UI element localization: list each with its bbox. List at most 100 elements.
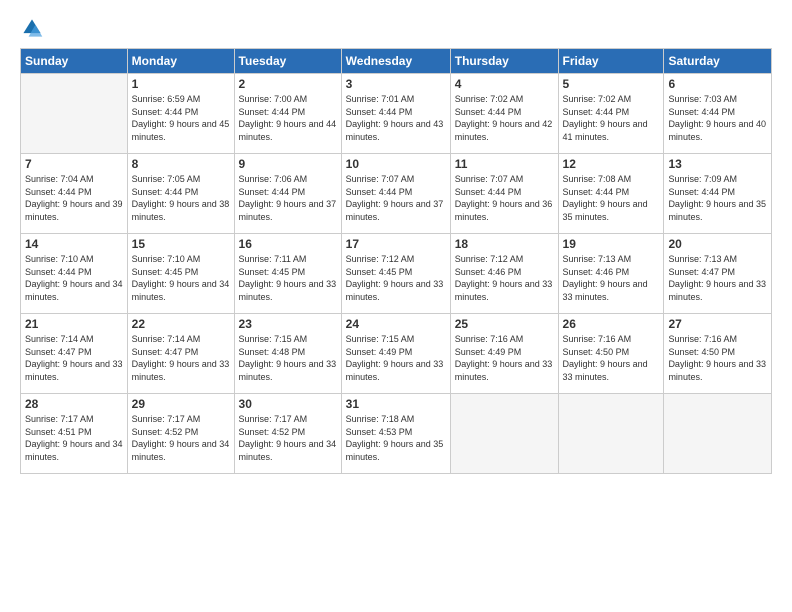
day-cell: 8 Sunrise: 7:05 AMSunset: 4:44 PMDaylight… (127, 154, 234, 234)
day-cell: 10 Sunrise: 7:07 AMSunset: 4:44 PMDayligh… (341, 154, 450, 234)
day-info: Sunrise: 7:07 AMSunset: 4:44 PMDaylight:… (346, 173, 446, 223)
day-cell: 27 Sunrise: 7:16 AMSunset: 4:50 PMDayligh… (664, 314, 772, 394)
weekday-header-thursday: Thursday (450, 49, 558, 74)
day-number: 18 (455, 237, 554, 251)
day-info: Sunrise: 7:10 AMSunset: 4:44 PMDaylight:… (25, 253, 123, 303)
day-cell: 18Sunrise: 7:12 AMSunset: 4:46 PMDayligh… (450, 234, 558, 314)
day-info: Sunrise: 7:07 AMSunset: 4:44 PMDaylight:… (455, 173, 554, 223)
week-row-5: 28 Sunrise: 7:17 AMSunset: 4:51 PMDayligh… (21, 394, 772, 474)
day-number: 3 (346, 77, 446, 91)
day-cell: 26 Sunrise: 7:16 AMSunset: 4:50 PMDayligh… (558, 314, 664, 394)
day-cell: 13 Sunrise: 7:09 AMSunset: 4:44 PMDayligh… (664, 154, 772, 234)
day-cell (664, 394, 772, 474)
day-info: Sunrise: 7:08 AMSunset: 4:44 PMDaylight:… (563, 173, 660, 223)
day-number: 7 (25, 157, 123, 171)
week-row-3: 14 Sunrise: 7:10 AMSunset: 4:44 PMDayligh… (21, 234, 772, 314)
day-cell: 4 Sunrise: 7:02 AMSunset: 4:44 PMDaylight… (450, 74, 558, 154)
day-cell: 20Sunrise: 7:13 AMSunset: 4:47 PMDayligh… (664, 234, 772, 314)
day-cell: 16 Sunrise: 7:11 AMSunset: 4:45 PMDayligh… (234, 234, 341, 314)
day-info: Sunrise: 7:16 AMSunset: 4:49 PMDaylight:… (455, 333, 554, 383)
day-number: 27 (668, 317, 767, 331)
day-cell: 9Sunrise: 7:06 AMSunset: 4:44 PMDaylight… (234, 154, 341, 234)
day-info: Sunrise: 7:02 AMSunset: 4:44 PMDaylight:… (563, 93, 660, 143)
day-number: 26 (563, 317, 660, 331)
day-number: 17 (346, 237, 446, 251)
day-number: 30 (239, 397, 337, 411)
day-cell: 11 Sunrise: 7:07 AMSunset: 4:44 PMDayligh… (450, 154, 558, 234)
weekday-header-wednesday: Wednesday (341, 49, 450, 74)
day-number: 22 (132, 317, 230, 331)
day-cell: 12 Sunrise: 7:08 AMSunset: 4:44 PMDayligh… (558, 154, 664, 234)
day-cell: 2Sunrise: 7:00 AMSunset: 4:44 PMDaylight… (234, 74, 341, 154)
week-row-2: 7 Sunrise: 7:04 AMSunset: 4:44 PMDaylight… (21, 154, 772, 234)
day-info: Sunrise: 7:12 AMSunset: 4:45 PMDaylight:… (346, 253, 446, 303)
day-cell: 7 Sunrise: 7:04 AMSunset: 4:44 PMDaylight… (21, 154, 128, 234)
day-info: Sunrise: 7:18 AMSunset: 4:53 PMDaylight:… (346, 413, 446, 463)
day-info: Sunrise: 7:15 AMSunset: 4:49 PMDaylight:… (346, 333, 446, 383)
day-number: 11 (455, 157, 554, 171)
day-cell: 22 Sunrise: 7:14 AMSunset: 4:47 PMDayligh… (127, 314, 234, 394)
day-number: 5 (563, 77, 660, 91)
day-cell: 30 Sunrise: 7:17 AMSunset: 4:52 PMDayligh… (234, 394, 341, 474)
day-cell: 15 Sunrise: 7:10 AMSunset: 4:45 PMDayligh… (127, 234, 234, 314)
weekday-header-friday: Friday (558, 49, 664, 74)
day-number: 23 (239, 317, 337, 331)
logo-icon (20, 16, 44, 40)
weekday-header-tuesday: Tuesday (234, 49, 341, 74)
day-info: Sunrise: 7:14 AMSunset: 4:47 PMDaylight:… (132, 333, 230, 383)
day-cell: 29Sunrise: 7:17 AMSunset: 4:52 PMDayligh… (127, 394, 234, 474)
day-cell: 19Sunrise: 7:13 AMSunset: 4:46 PMDayligh… (558, 234, 664, 314)
header (20, 16, 772, 40)
day-info: Sunrise: 7:15 AMSunset: 4:48 PMDaylight:… (239, 333, 337, 383)
day-cell: 3 Sunrise: 7:01 AMSunset: 4:44 PMDaylight… (341, 74, 450, 154)
day-cell (21, 74, 128, 154)
day-cell (450, 394, 558, 474)
day-info: Sunrise: 7:01 AMSunset: 4:44 PMDaylight:… (346, 93, 446, 143)
day-number: 15 (132, 237, 230, 251)
day-number: 13 (668, 157, 767, 171)
day-cell: 17 Sunrise: 7:12 AMSunset: 4:45 PMDayligh… (341, 234, 450, 314)
day-info: Sunrise: 7:03 AMSunset: 4:44 PMDaylight:… (668, 93, 767, 143)
calendar-page: SundayMondayTuesdayWednesdayThursdayFrid… (0, 0, 792, 612)
day-info: Sunrise: 7:10 AMSunset: 4:45 PMDaylight:… (132, 253, 230, 303)
calendar-table: SundayMondayTuesdayWednesdayThursdayFrid… (20, 48, 772, 474)
day-info: Sunrise: 7:04 AMSunset: 4:44 PMDaylight:… (25, 173, 123, 223)
day-cell: 31 Sunrise: 7:18 AMSunset: 4:53 PMDayligh… (341, 394, 450, 474)
day-cell: 14 Sunrise: 7:10 AMSunset: 4:44 PMDayligh… (21, 234, 128, 314)
day-info: Sunrise: 6:59 AMSunset: 4:44 PMDaylight:… (132, 93, 230, 143)
day-cell: 25 Sunrise: 7:16 AMSunset: 4:49 PMDayligh… (450, 314, 558, 394)
day-info: Sunrise: 7:00 AMSunset: 4:44 PMDaylight:… (239, 93, 337, 143)
day-info: Sunrise: 7:14 AMSunset: 4:47 PMDaylight:… (25, 333, 123, 383)
day-number: 14 (25, 237, 123, 251)
day-info: Sunrise: 7:09 AMSunset: 4:44 PMDaylight:… (668, 173, 767, 223)
day-number: 19 (563, 237, 660, 251)
day-number: 4 (455, 77, 554, 91)
day-info: Sunrise: 7:16 AMSunset: 4:50 PMDaylight:… (563, 333, 660, 383)
day-cell: 23 Sunrise: 7:15 AMSunset: 4:48 PMDayligh… (234, 314, 341, 394)
weekday-header-saturday: Saturday (664, 49, 772, 74)
day-cell: 28 Sunrise: 7:17 AMSunset: 4:51 PMDayligh… (21, 394, 128, 474)
day-info: Sunrise: 7:13 AMSunset: 4:47 PMDaylight:… (668, 253, 767, 303)
day-number: 28 (25, 397, 123, 411)
day-info: Sunrise: 7:17 AMSunset: 4:51 PMDaylight:… (25, 413, 123, 463)
day-number: 8 (132, 157, 230, 171)
day-info: Sunrise: 7:11 AMSunset: 4:45 PMDaylight:… (239, 253, 337, 303)
day-cell: 21 Sunrise: 7:14 AMSunset: 4:47 PMDayligh… (21, 314, 128, 394)
day-number: 25 (455, 317, 554, 331)
day-number: 31 (346, 397, 446, 411)
day-number: 16 (239, 237, 337, 251)
weekday-header-sunday: Sunday (21, 49, 128, 74)
day-info: Sunrise: 7:05 AMSunset: 4:44 PMDaylight:… (132, 173, 230, 223)
day-info: Sunrise: 7:17 AMSunset: 4:52 PMDaylight:… (239, 413, 337, 463)
day-info: Sunrise: 7:16 AMSunset: 4:50 PMDaylight:… (668, 333, 767, 383)
day-number: 6 (668, 77, 767, 91)
day-info: Sunrise: 7:02 AMSunset: 4:44 PMDaylight:… (455, 93, 554, 143)
day-number: 10 (346, 157, 446, 171)
day-number: 12 (563, 157, 660, 171)
weekday-header-row: SundayMondayTuesdayWednesdayThursdayFrid… (21, 49, 772, 74)
day-number: 1 (132, 77, 230, 91)
week-row-1: 1 Sunrise: 6:59 AMSunset: 4:44 PMDaylight… (21, 74, 772, 154)
day-cell: 5 Sunrise: 7:02 AMSunset: 4:44 PMDaylight… (558, 74, 664, 154)
day-cell: 6 Sunrise: 7:03 AMSunset: 4:44 PMDaylight… (664, 74, 772, 154)
day-number: 21 (25, 317, 123, 331)
